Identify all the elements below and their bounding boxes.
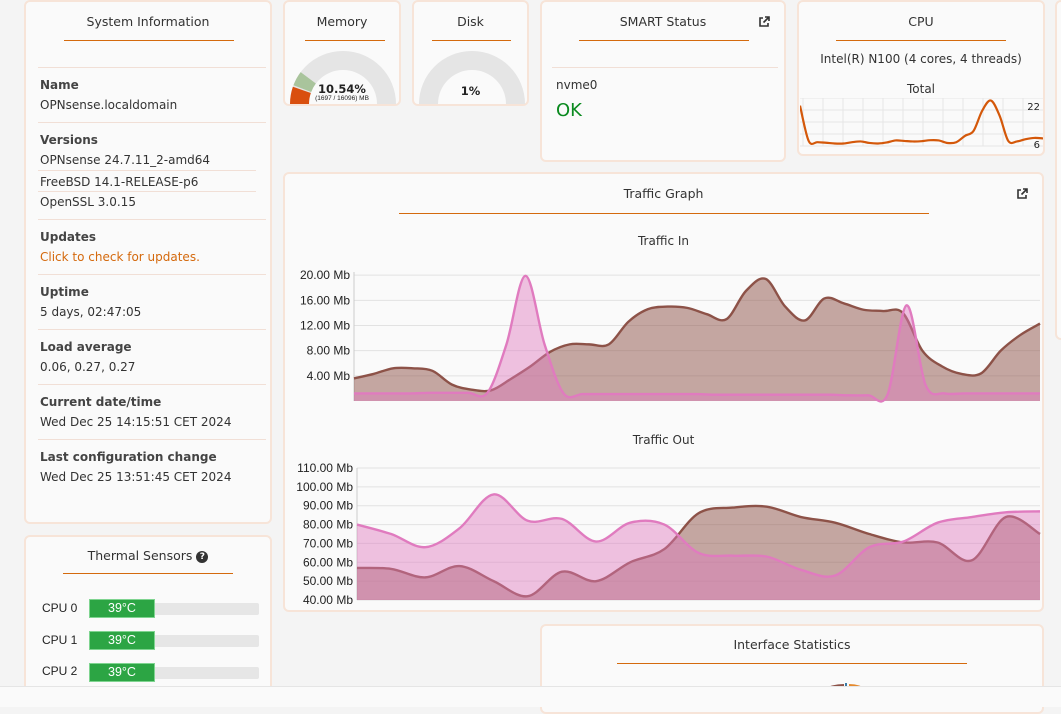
memory-detail: (1697 / 16096) MB — [315, 95, 369, 102]
system-information-widget: System Information Name OPNsense.localdo… — [24, 0, 272, 524]
current-datetime-label: Current date/time — [40, 395, 162, 409]
sensor-label: CPU 2 — [42, 664, 78, 678]
divider — [38, 67, 266, 68]
title-underline — [432, 40, 511, 41]
widget-title: Traffic Graph — [623, 186, 704, 201]
y-min-label: 6 — [1034, 140, 1040, 150]
last-config-change-label: Last configuration change — [40, 450, 217, 464]
sensor-bar: 39°C — [89, 631, 155, 650]
traffic-out-title: Traffic Out — [632, 433, 695, 447]
y-tick-label: 20.00 Mb — [300, 268, 350, 282]
thermal-sensors-widget: Thermal Sensors ? CPU 0 39°C CPU 1 39°C … — [24, 535, 272, 695]
divider — [38, 219, 266, 220]
y-tick-label: 110.00 Mb — [297, 461, 353, 475]
version-openssl: OpenSSL 3.0.15 — [40, 195, 136, 209]
y-tick-label: 8.00 Mb — [307, 344, 351, 358]
updates-label: Updates — [40, 230, 97, 244]
title-underline — [63, 573, 233, 574]
cpu-widget: CPU Intel(R) N100 (4 cores, 4 threads) T… — [797, 0, 1045, 156]
memory-widget: Memory 10.54% (1697 / 16096) MB — [283, 0, 401, 106]
y-tick-label: 50.00 Mb — [303, 574, 353, 588]
load-average-value: 0.06, 0.27, 0.27 — [40, 360, 136, 374]
divider — [38, 170, 256, 171]
y-max-label: 22 — [1027, 102, 1040, 113]
widget-title: CPU — [908, 14, 934, 29]
title-underline — [305, 40, 385, 41]
versions-label: Versions — [40, 133, 98, 147]
y-tick-label: 40.00 Mb — [303, 593, 353, 606]
disk-percent: 1% — [460, 84, 481, 98]
name-label: Name — [40, 78, 79, 92]
thermal-title-text: Thermal Sensors — [87, 548, 193, 563]
widget-title: Disk — [457, 14, 484, 29]
current-datetime-value: Wed Dec 25 14:15:51 CET 2024 — [40, 415, 232, 429]
title-underline — [579, 40, 749, 41]
divider — [38, 329, 266, 330]
widget-title: Interface Statistics — [733, 637, 851, 652]
traffic-graph-widget: Traffic Graph Traffic In 4.00 Mb 8.00 Mb 1… — [283, 172, 1044, 612]
name-value: OPNsense.localdomain — [40, 98, 178, 112]
cpu-usage-chart: 22 6 — [800, 98, 1043, 150]
smart-status: OK — [556, 100, 582, 121]
y-tick-label: 4.00 Mb — [307, 369, 351, 383]
version-opnsense: OPNsense 24.7.11_2-amd64 — [40, 153, 211, 167]
external-link-icon[interactable] — [758, 16, 770, 28]
traffic-out-chart: 40.00 Mb 50.00 Mb 60.00 Mb 70.00 Mb 80.00 Mb… — [296, 461, 1041, 606]
title-underline — [64, 40, 234, 41]
cpu-chart-title: Total — [906, 82, 936, 96]
sensor-bar: 39°C — [89, 663, 155, 682]
last-config-change-value: Wed Dec 25 13:51:45 CET 2024 — [40, 470, 232, 484]
y-tick-label: 100.00 Mb — [296, 480, 353, 494]
offscreen-widget — [1055, 0, 1061, 340]
external-link-icon[interactable] — [1016, 188, 1028, 200]
load-average-label: Load average — [40, 340, 132, 354]
divider — [38, 274, 266, 275]
check-updates-link[interactable]: Click to check for updates. — [40, 250, 200, 264]
widget-title: System Information — [86, 14, 210, 29]
status-bar — [0, 686, 1061, 707]
y-tick-label: 80.00 Mb — [303, 518, 353, 532]
title-underline — [617, 663, 967, 664]
uptime-value: 5 days, 02:47:05 — [40, 305, 142, 319]
divider — [38, 191, 256, 192]
sensor-label: CPU 0 — [42, 601, 78, 615]
y-tick-label: 70.00 Mb — [303, 536, 353, 550]
series-area-interface-b — [354, 278, 1040, 401]
traffic-in-chart: 4.00 Mb 8.00 Mb 12.00 Mb 16.00 Mb 20.00 Mb — [300, 268, 1041, 403]
widget-title: Thermal Sensors ? — [26, 548, 270, 563]
y-tick-label: 60.00 Mb — [303, 555, 353, 569]
divider — [38, 439, 266, 440]
uptime-label: Uptime — [40, 285, 89, 299]
y-tick-label: 12.00 Mb — [300, 318, 350, 332]
divider — [38, 384, 266, 385]
version-freebsd: FreeBSD 14.1-RELEASE-p6 — [40, 175, 199, 189]
disk-widget: Disk 1% — [412, 0, 529, 106]
smart-device: nvme0 — [556, 78, 598, 92]
y-tick-label: 90.00 Mb — [303, 499, 353, 513]
y-tick-label: 16.00 Mb — [300, 293, 350, 307]
divider — [552, 67, 778, 68]
memory-percent: 10.54% — [318, 82, 366, 96]
sensor-label: CPU 1 — [42, 633, 78, 647]
smart-status-widget: SMART Status nvme0 OK — [540, 0, 786, 162]
widget-title: Memory — [316, 14, 368, 29]
divider — [38, 122, 266, 123]
widget-title: SMART Status — [619, 14, 707, 29]
cpu-model: Intel(R) N100 (4 cores, 4 threads) — [820, 52, 1022, 66]
help-icon[interactable]: ? — [196, 551, 209, 563]
title-underline — [836, 40, 1006, 41]
sensor-bar: 39°C — [89, 599, 155, 618]
traffic-in-title: Traffic In — [637, 234, 689, 248]
title-underline — [399, 213, 929, 214]
